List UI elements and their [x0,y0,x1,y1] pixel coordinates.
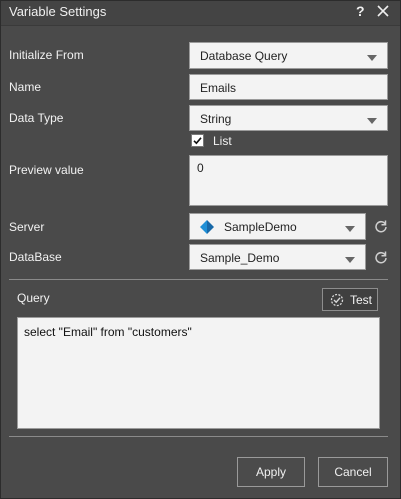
name-label: Name [9,80,42,94]
server-logo-icon [200,220,214,234]
variable-settings-dialog: Variable Settings ? Initialize From Data… [0,0,401,499]
test-icon [330,293,344,307]
database-value: Sample_Demo [200,251,280,265]
test-label: Test [350,293,373,307]
server-value: SampleDemo [224,220,297,234]
refresh-icon[interactable] [374,219,388,233]
data-type-label: Data Type [9,111,64,125]
divider [9,279,388,280]
list-checkbox[interactable] [191,134,204,147]
preview-value-label: Preview value [9,163,84,177]
query-editor[interactable]: select "Email" from "customers" [17,317,380,429]
check-icon [193,137,202,145]
refresh-icon[interactable] [374,250,388,264]
initialize-from-select[interactable]: Database Query [189,42,388,69]
chevron-down-icon [367,118,377,124]
preview-value-text: 0 [197,161,204,175]
chevron-down-icon [367,55,377,61]
database-select[interactable]: Sample_Demo [189,244,366,270]
database-label: DataBase [9,250,62,264]
dialog-title: Variable Settings [9,4,107,19]
chevron-down-icon [345,226,355,232]
server-label: Server [9,220,45,234]
name-value: Emails [200,81,237,95]
list-label: List [213,134,232,148]
divider [9,436,388,437]
chevron-down-icon [345,257,355,263]
cancel-button[interactable]: Cancel [318,457,388,487]
preview-value-box[interactable]: 0 [189,155,388,206]
apply-button[interactable]: Apply [237,457,305,487]
test-button[interactable]: Test [322,288,378,311]
data-type-select[interactable]: String [189,105,388,131]
query-label: Query [17,291,50,305]
query-text: select "Email" from "customers" [24,325,192,339]
close-icon[interactable] [375,3,391,19]
server-select[interactable]: SampleDemo [189,213,366,240]
title-bar: Variable Settings ? [1,1,400,26]
initialize-from-label: Initialize From [9,48,84,62]
data-type-value: String [200,112,232,126]
help-icon[interactable]: ? [356,3,365,19]
name-input[interactable]: Emails [189,74,388,100]
initialize-from-value: Database Query [200,49,288,63]
